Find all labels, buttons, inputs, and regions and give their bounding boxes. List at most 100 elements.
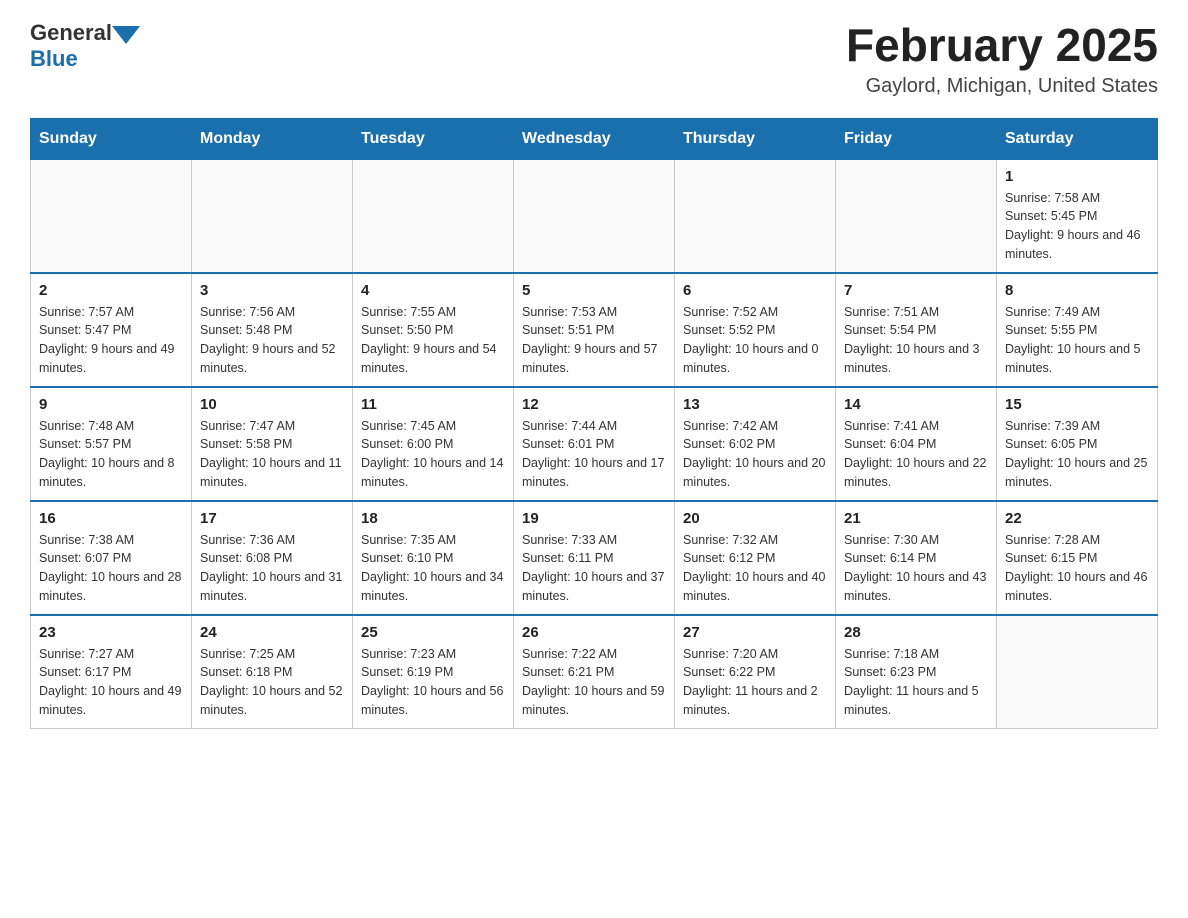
week-row-1: 1 Sunrise: 7:58 AMSunset: 5:45 PMDaylight… xyxy=(31,159,1158,273)
calendar-cell: 10 Sunrise: 7:47 AMSunset: 5:58 PMDayligh… xyxy=(192,387,353,501)
header-saturday: Saturday xyxy=(997,119,1158,159)
day-info: Sunrise: 7:55 AMSunset: 5:50 PMDaylight:… xyxy=(361,303,505,378)
logo-general-text: General xyxy=(30,20,112,46)
day-info: Sunrise: 7:45 AMSunset: 6:00 PMDaylight:… xyxy=(361,417,505,492)
calendar-table: SundayMondayTuesdayWednesdayThursdayFrid… xyxy=(30,118,1158,729)
header-sunday: Sunday xyxy=(31,119,192,159)
day-number: 5 xyxy=(522,282,666,299)
calendar-cell: 27Sunrise: 7:20 AMSunset: 6:22 PMDayligh… xyxy=(675,615,836,729)
day-info: Sunrise: 7:22 AMSunset: 6:21 PMDaylight:… xyxy=(522,645,666,720)
week-row-3: 9 Sunrise: 7:48 AMSunset: 5:57 PMDaylight… xyxy=(31,387,1158,501)
day-number: 2 xyxy=(39,282,183,299)
day-number: 26 xyxy=(522,624,666,641)
day-info: Sunrise: 7:28 AMSunset: 6:15 PMDaylight:… xyxy=(1005,531,1149,606)
logo-arrow-icon xyxy=(112,26,140,44)
day-number: 9 xyxy=(39,396,183,413)
day-number: 11 xyxy=(361,396,505,413)
calendar-subtitle: Gaylord, Michigan, United States xyxy=(846,75,1158,98)
day-info: Sunrise: 7:48 AMSunset: 5:57 PMDaylight:… xyxy=(39,417,183,492)
calendar-cell xyxy=(997,615,1158,729)
calendar-cell: 8Sunrise: 7:49 AMSunset: 5:55 PMDaylight… xyxy=(997,273,1158,387)
day-info: Sunrise: 7:42 AMSunset: 6:02 PMDaylight:… xyxy=(683,417,827,492)
calendar-cell xyxy=(192,159,353,273)
calendar-cell: 11 Sunrise: 7:45 AMSunset: 6:00 PMDayligh… xyxy=(353,387,514,501)
day-number: 10 xyxy=(200,396,344,413)
day-info: Sunrise: 7:49 AMSunset: 5:55 PMDaylight:… xyxy=(1005,303,1149,378)
day-info: Sunrise: 7:27 AMSunset: 6:17 PMDaylight:… xyxy=(39,645,183,720)
calendar-cell: 21 Sunrise: 7:30 AMSunset: 6:14 PMDayligh… xyxy=(836,501,997,615)
header-wednesday: Wednesday xyxy=(514,119,675,159)
day-info: Sunrise: 7:56 AMSunset: 5:48 PMDaylight:… xyxy=(200,303,344,378)
calendar-cell: 24 Sunrise: 7:25 AMSunset: 6:18 PMDayligh… xyxy=(192,615,353,729)
day-info: Sunrise: 7:41 AMSunset: 6:04 PMDaylight:… xyxy=(844,417,988,492)
calendar-cell xyxy=(353,159,514,273)
calendar-cell: 3 Sunrise: 7:56 AMSunset: 5:48 PMDaylight… xyxy=(192,273,353,387)
header-tuesday: Tuesday xyxy=(353,119,514,159)
calendar-cell: 14 Sunrise: 7:41 AMSunset: 6:04 PMDayligh… xyxy=(836,387,997,501)
day-number: 19 xyxy=(522,510,666,527)
calendar-cell: 16Sunrise: 7:38 AMSunset: 6:07 PMDayligh… xyxy=(31,501,192,615)
calendar-cell: 9 Sunrise: 7:48 AMSunset: 5:57 PMDaylight… xyxy=(31,387,192,501)
calendar-cell: 20 Sunrise: 7:32 AMSunset: 6:12 PMDayligh… xyxy=(675,501,836,615)
day-number: 1 xyxy=(1005,168,1149,185)
calendar-cell: 13 Sunrise: 7:42 AMSunset: 6:02 PMDayligh… xyxy=(675,387,836,501)
day-info: Sunrise: 7:51 AMSunset: 5:54 PMDaylight:… xyxy=(844,303,988,378)
day-number: 3 xyxy=(200,282,344,299)
page-header: General Blue February 2025 Gaylord, Mich… xyxy=(30,20,1158,98)
day-info: Sunrise: 7:18 AMSunset: 6:23 PMDaylight:… xyxy=(844,645,988,720)
calendar-cell: 23Sunrise: 7:27 AMSunset: 6:17 PMDayligh… xyxy=(31,615,192,729)
title-section: February 2025 Gaylord, Michigan, United … xyxy=(846,20,1158,98)
week-row-5: 23Sunrise: 7:27 AMSunset: 6:17 PMDayligh… xyxy=(31,615,1158,729)
calendar-cell: 4Sunrise: 7:55 AMSunset: 5:50 PMDaylight… xyxy=(353,273,514,387)
day-number: 12 xyxy=(522,396,666,413)
day-number: 24 xyxy=(200,624,344,641)
day-number: 25 xyxy=(361,624,505,641)
calendar-cell: 18 Sunrise: 7:35 AMSunset: 6:10 PMDayligh… xyxy=(353,501,514,615)
calendar-cell xyxy=(31,159,192,273)
day-number: 20 xyxy=(683,510,827,527)
calendar-cell: 26 Sunrise: 7:22 AMSunset: 6:21 PMDayligh… xyxy=(514,615,675,729)
calendar-cell: 1 Sunrise: 7:58 AMSunset: 5:45 PMDaylight… xyxy=(997,159,1158,273)
day-info: Sunrise: 7:39 AMSunset: 6:05 PMDaylight:… xyxy=(1005,417,1149,492)
calendar-cell: 12 Sunrise: 7:44 AMSunset: 6:01 PMDayligh… xyxy=(514,387,675,501)
day-number: 14 xyxy=(844,396,988,413)
calendar-cell: 7Sunrise: 7:51 AMSunset: 5:54 PMDaylight… xyxy=(836,273,997,387)
logo-text-group: General Blue xyxy=(30,20,140,72)
calendar-cell: 2 Sunrise: 7:57 AMSunset: 5:47 PMDaylight… xyxy=(31,273,192,387)
day-info: Sunrise: 7:32 AMSunset: 6:12 PMDaylight:… xyxy=(683,531,827,606)
week-row-4: 16Sunrise: 7:38 AMSunset: 6:07 PMDayligh… xyxy=(31,501,1158,615)
day-number: 17 xyxy=(200,510,344,527)
day-number: 13 xyxy=(683,396,827,413)
day-number: 28 xyxy=(844,624,988,641)
calendar-cell: 15 Sunrise: 7:39 AMSunset: 6:05 PMDayligh… xyxy=(997,387,1158,501)
day-info: Sunrise: 7:35 AMSunset: 6:10 PMDaylight:… xyxy=(361,531,505,606)
calendar-header-row: SundayMondayTuesdayWednesdayThursdayFrid… xyxy=(31,119,1158,159)
day-info: Sunrise: 7:52 AMSunset: 5:52 PMDaylight:… xyxy=(683,303,827,378)
calendar-cell: 17Sunrise: 7:36 AMSunset: 6:08 PMDayligh… xyxy=(192,501,353,615)
day-number: 16 xyxy=(39,510,183,527)
header-friday: Friday xyxy=(836,119,997,159)
day-info: Sunrise: 7:23 AMSunset: 6:19 PMDaylight:… xyxy=(361,645,505,720)
calendar-cell xyxy=(836,159,997,273)
day-number: 6 xyxy=(683,282,827,299)
day-number: 21 xyxy=(844,510,988,527)
day-info: Sunrise: 7:30 AMSunset: 6:14 PMDaylight:… xyxy=(844,531,988,606)
calendar-cell xyxy=(675,159,836,273)
day-info: Sunrise: 7:47 AMSunset: 5:58 PMDaylight:… xyxy=(200,417,344,492)
day-info: Sunrise: 7:25 AMSunset: 6:18 PMDaylight:… xyxy=(200,645,344,720)
calendar-cell: 5 Sunrise: 7:53 AMSunset: 5:51 PMDaylight… xyxy=(514,273,675,387)
logo-blue-text: Blue xyxy=(30,46,140,72)
day-info: Sunrise: 7:57 AMSunset: 5:47 PMDaylight:… xyxy=(39,303,183,378)
calendar-title: February 2025 xyxy=(846,20,1158,71)
day-info: Sunrise: 7:58 AMSunset: 5:45 PMDaylight:… xyxy=(1005,189,1149,264)
day-info: Sunrise: 7:44 AMSunset: 6:01 PMDaylight:… xyxy=(522,417,666,492)
day-number: 15 xyxy=(1005,396,1149,413)
day-info: Sunrise: 7:53 AMSunset: 5:51 PMDaylight:… xyxy=(522,303,666,378)
day-number: 18 xyxy=(361,510,505,527)
week-row-2: 2 Sunrise: 7:57 AMSunset: 5:47 PMDaylight… xyxy=(31,273,1158,387)
header-monday: Monday xyxy=(192,119,353,159)
logo: General Blue xyxy=(30,20,140,72)
day-info: Sunrise: 7:20 AMSunset: 6:22 PMDaylight:… xyxy=(683,645,827,720)
day-number: 22 xyxy=(1005,510,1149,527)
calendar-cell xyxy=(514,159,675,273)
